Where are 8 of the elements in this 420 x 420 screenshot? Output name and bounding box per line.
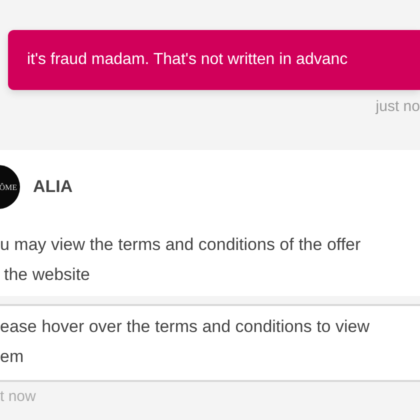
sender-name: ALIA xyxy=(33,177,73,197)
message-bubble: it's fraud madam. That's not written in advanc xyxy=(8,30,420,90)
timestamp: t now xyxy=(0,382,420,420)
message-text: em xyxy=(0,346,25,368)
message-text: ease hover over the terms and conditions to view xyxy=(0,316,370,338)
message-text: the website xyxy=(3,264,91,286)
message-text: u may view the terms and conditions of the offer xyxy=(0,234,362,256)
timestamp: just no xyxy=(374,98,420,115)
